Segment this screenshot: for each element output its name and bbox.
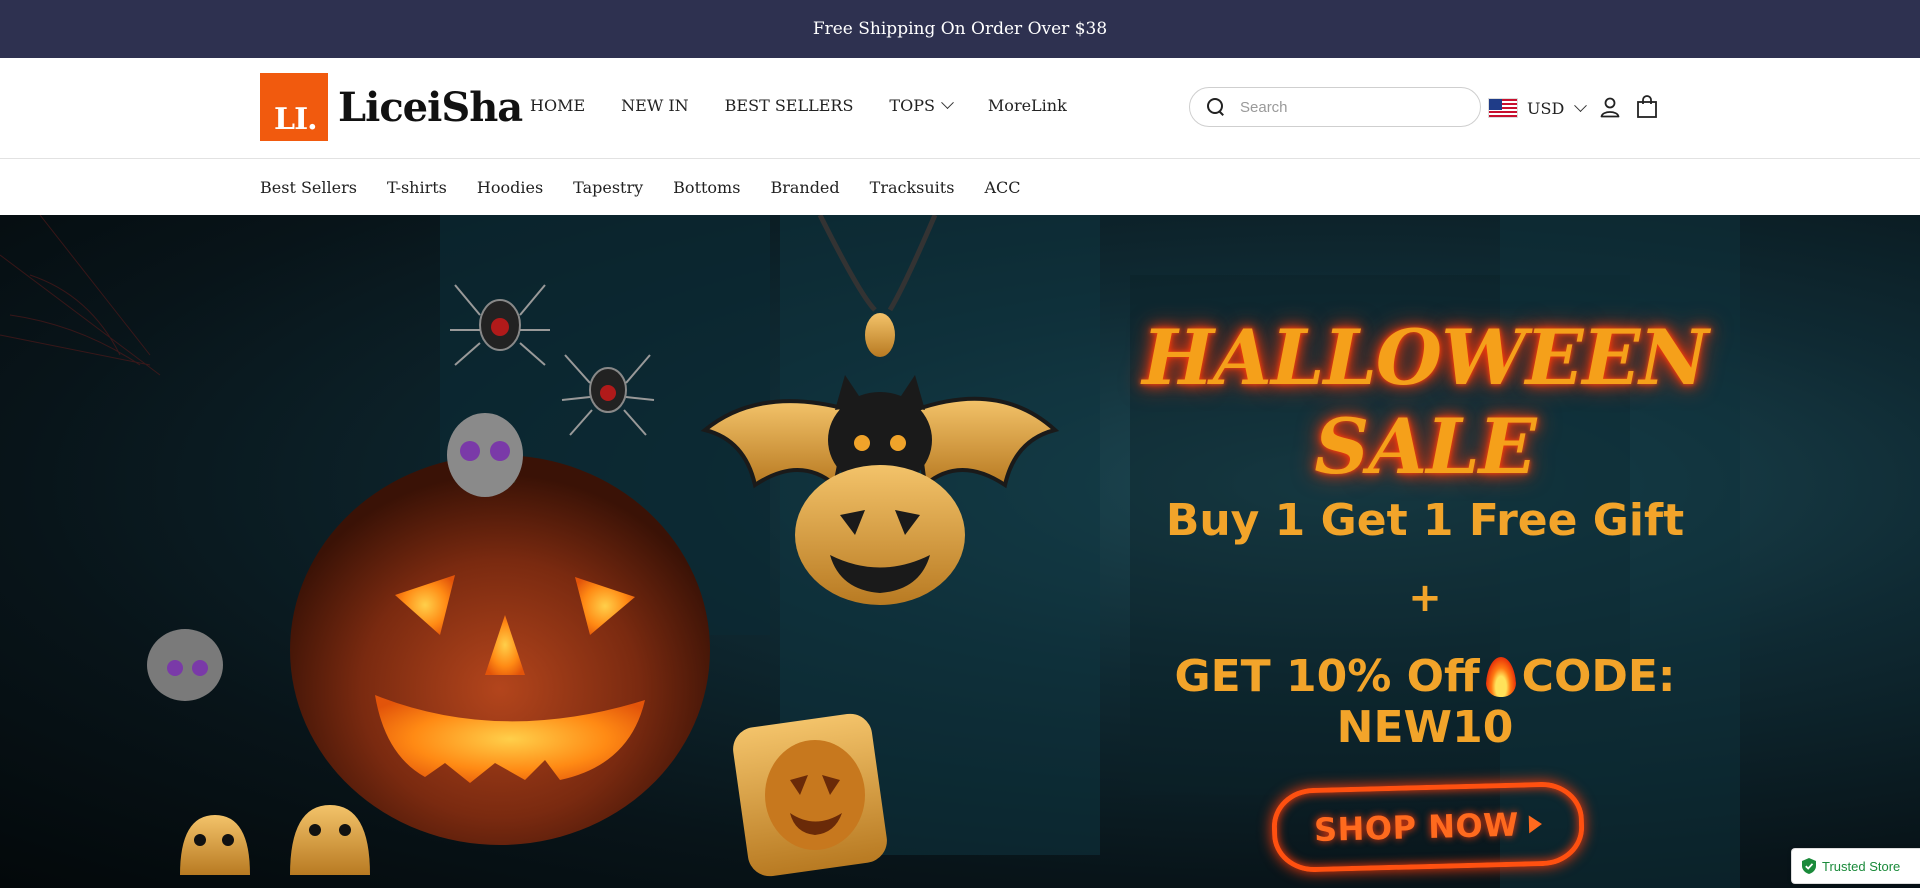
nav-tops[interactable]: TOPS	[889, 96, 954, 115]
search-icon[interactable]	[1206, 97, 1226, 117]
currency-label: USD	[1527, 98, 1565, 118]
search-input[interactable]	[1240, 98, 1460, 116]
hero-offer-plus: +	[1408, 575, 1442, 621]
brand-logo[interactable]: LI. LiceiSha	[260, 73, 523, 141]
logo-mark: LI.	[260, 73, 328, 141]
trusted-store-label: Trusted Store	[1822, 858, 1901, 874]
nav-morelink[interactable]: MoreLink	[988, 96, 1067, 115]
trusted-store-badge[interactable]: Trusted Store	[1791, 848, 1920, 884]
hero-banner[interactable]: HALLOWEEN SALE Buy 1 Get 1 Free Gift + G…	[0, 215, 1920, 888]
announcement-text: Free Shipping On Order Over $38	[812, 19, 1108, 39]
hero-title: HALLOWEEN SALE	[1142, 313, 1709, 491]
category-t-shirts[interactable]: T-shirts	[387, 178, 447, 197]
nav-morelink-label: MoreLink	[987, 96, 1067, 115]
fire-icon	[1485, 657, 1516, 697]
currency-selector[interactable]: USD	[1488, 98, 1588, 118]
hero-offer-line-1: Buy 1 Get 1 Free Gift	[1165, 495, 1685, 546]
site-header: LI. LiceiSha HOME NEW IN BEST SELLERS TO…	[0, 58, 1920, 159]
shop-now-button[interactable]: SHOP NOW	[1270, 780, 1586, 874]
logo-mark-text: LI.	[274, 102, 318, 137]
nav-tops-label: TOPS	[889, 96, 935, 115]
nav-new-in[interactable]: NEW IN	[621, 96, 689, 115]
category-tracksuits[interactable]: Tracksuits	[870, 178, 955, 197]
category-branded[interactable]: Branded	[770, 178, 839, 197]
chevron-down-icon	[1574, 98, 1588, 112]
us-flag-icon	[1488, 98, 1518, 118]
nav-home[interactable]: HOME	[530, 96, 585, 115]
nav-new-in-label: NEW IN	[621, 96, 689, 115]
category-bottoms[interactable]: Bottoms	[673, 178, 740, 197]
play-arrow-icon	[1528, 815, 1543, 834]
shield-check-icon	[1802, 858, 1816, 874]
category-nav: Best Sellers T-shirts Hoodies Tapestry B…	[0, 159, 1920, 215]
nav-best-sellers-label: BEST SELLERS	[724, 96, 854, 115]
hero-offer-line-2: GET 10% Off CODE: NEW10	[1100, 651, 1750, 753]
main-nav: HOME NEW IN BEST SELLERS TOPS MoreLink	[530, 96, 1103, 115]
nav-best-sellers[interactable]: BEST SELLERS	[725, 96, 854, 115]
category-tapestry[interactable]: Tapestry	[573, 178, 643, 197]
discount-text: GET 10% Off	[1174, 651, 1480, 702]
brand-name: LiceiSha	[338, 83, 523, 131]
shop-now-label: SHOP NOW	[1313, 805, 1520, 849]
category-acc[interactable]: ACC	[984, 178, 1020, 197]
nav-home-label: HOME	[530, 96, 586, 115]
cart-icon[interactable]	[1636, 95, 1658, 119]
chevron-down-icon	[941, 96, 954, 110]
category-best-sellers[interactable]: Best Sellers	[260, 178, 357, 197]
account-icon[interactable]	[1599, 96, 1621, 118]
category-hoodies[interactable]: Hoodies	[477, 178, 543, 197]
search-bar[interactable]	[1189, 87, 1481, 127]
announcement-bar: Free Shipping On Order Over $38	[0, 0, 1920, 58]
